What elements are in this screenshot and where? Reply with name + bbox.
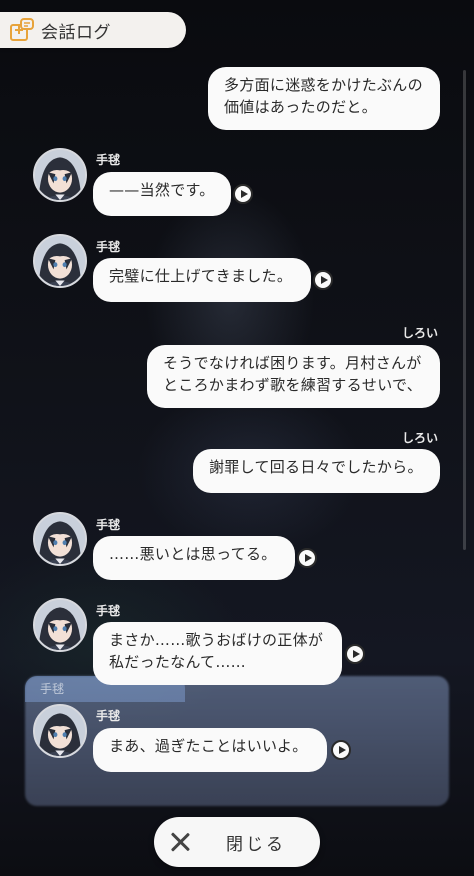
message-bubble: まさか……歌うおばけの正体が 私だったなんて…… xyxy=(93,622,342,685)
conversation-log-header: 会話ログ xyxy=(0,12,186,48)
background-dialog-name: 手毬 xyxy=(40,682,65,696)
voice-play-icon[interactable] xyxy=(297,548,317,568)
avatar xyxy=(33,234,87,288)
message-bubble: ……悪いとは思ってる。 xyxy=(93,536,295,580)
message-line: まさか……歌うおばけの正体が xyxy=(109,631,324,649)
message-line: まあ、過ぎたことはいいよ。 xyxy=(109,737,308,755)
log-scrollbar[interactable] xyxy=(463,70,466,550)
avatar xyxy=(33,704,87,758)
voice-play-icon[interactable] xyxy=(331,740,351,760)
message-bubble: そうでなければ困ります。月村さんが ところかまわず歌を練習するせいで、 xyxy=(147,345,440,408)
message-line: 私だったなんて…… xyxy=(109,653,246,671)
message-line: ところかまわず歌を練習するせいで、 xyxy=(163,376,423,394)
voice-play-icon[interactable] xyxy=(345,644,365,664)
speaker-name: 手毬 xyxy=(96,604,121,618)
message-line: そうでなければ困ります。月村さんが xyxy=(163,354,422,372)
speaker-name: 手毬 xyxy=(96,153,121,167)
message-line: 謝罪して回る日々でしたから。 xyxy=(209,458,423,476)
message-bubble: 完璧に仕上げてきました。 xyxy=(93,258,311,302)
message-line: ……悪いとは思ってる。 xyxy=(109,545,277,563)
message-bubble: ——当然です。 xyxy=(93,172,231,216)
message-bubble: 多方面に迷惑をかけたぶんの 価値はあったのだと。 xyxy=(208,67,440,130)
close-button-label: 閉じる xyxy=(226,834,286,855)
close-icon xyxy=(170,832,190,852)
avatar xyxy=(33,512,87,566)
speaker-name: 手毬 xyxy=(96,240,121,254)
message-line: 価値はあったのだと。 xyxy=(224,98,378,116)
message-line: 多方面に迷惑をかけたぶんの xyxy=(224,76,423,94)
message-line: 完璧に仕上げてきました。 xyxy=(109,267,293,285)
voice-play-icon[interactable] xyxy=(233,184,253,204)
avatar xyxy=(33,148,87,202)
page-title: 会話ログ xyxy=(41,22,111,43)
voice-play-icon[interactable] xyxy=(313,270,333,290)
speaker-name: 手毬 xyxy=(96,709,121,723)
message-bubble: 謝罪して回る日々でしたから。 xyxy=(193,449,440,493)
message-bubble: まあ、過ぎたことはいいよ。 xyxy=(93,728,327,772)
avatar xyxy=(33,598,87,652)
speaker-name: 手毬 xyxy=(96,518,121,532)
close-button[interactable]: 閉じる xyxy=(154,817,320,867)
speaker-name: しろい xyxy=(402,326,439,340)
speaker-name: しろい xyxy=(402,431,439,445)
message-line: ——当然です。 xyxy=(109,181,215,199)
log-book-icon xyxy=(10,18,34,41)
